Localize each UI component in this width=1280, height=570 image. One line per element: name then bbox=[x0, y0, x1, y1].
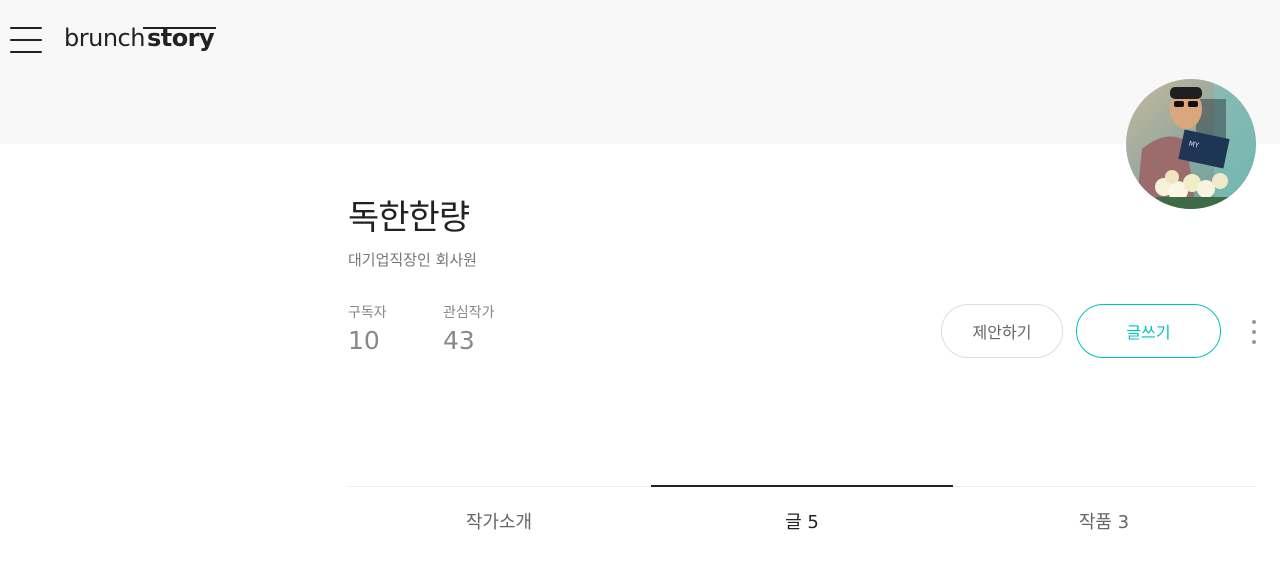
vertical-ellipsis-icon[interactable] bbox=[1246, 318, 1262, 346]
logo-text-story: story bbox=[142, 24, 217, 52]
interests-stat[interactable]: 관심작가 43 bbox=[443, 302, 495, 355]
interests-count: 43 bbox=[443, 326, 475, 355]
interests-label: 관심작가 bbox=[443, 305, 495, 321]
subscribers-stat[interactable]: 구독자 10 bbox=[348, 302, 387, 355]
header-banner bbox=[0, 0, 1280, 144]
subscribers-count: 10 bbox=[348, 326, 380, 355]
logo-text-brunch: brunch bbox=[64, 24, 145, 52]
tab-posts[interactable]: 글 5 bbox=[651, 485, 953, 555]
author-description: 대기업직장인 회사원 bbox=[348, 251, 477, 269]
propose-button[interactable]: 제안하기 bbox=[941, 304, 1063, 358]
author-avatar[interactable]: MY bbox=[1126, 79, 1256, 209]
brunchstory-logo[interactable]: brunch story bbox=[64, 24, 217, 58]
hamburger-menu-icon[interactable] bbox=[10, 27, 42, 53]
avatar-photo: MY bbox=[1126, 79, 1256, 209]
tab-author-intro[interactable]: 작가소개 bbox=[348, 486, 650, 556]
tab-works[interactable]: 작품 3 bbox=[953, 486, 1255, 556]
write-button[interactable]: 글쓰기 bbox=[1076, 304, 1221, 358]
subscribers-label: 구독자 bbox=[348, 305, 387, 321]
author-name: 독한한량 bbox=[348, 198, 470, 238]
